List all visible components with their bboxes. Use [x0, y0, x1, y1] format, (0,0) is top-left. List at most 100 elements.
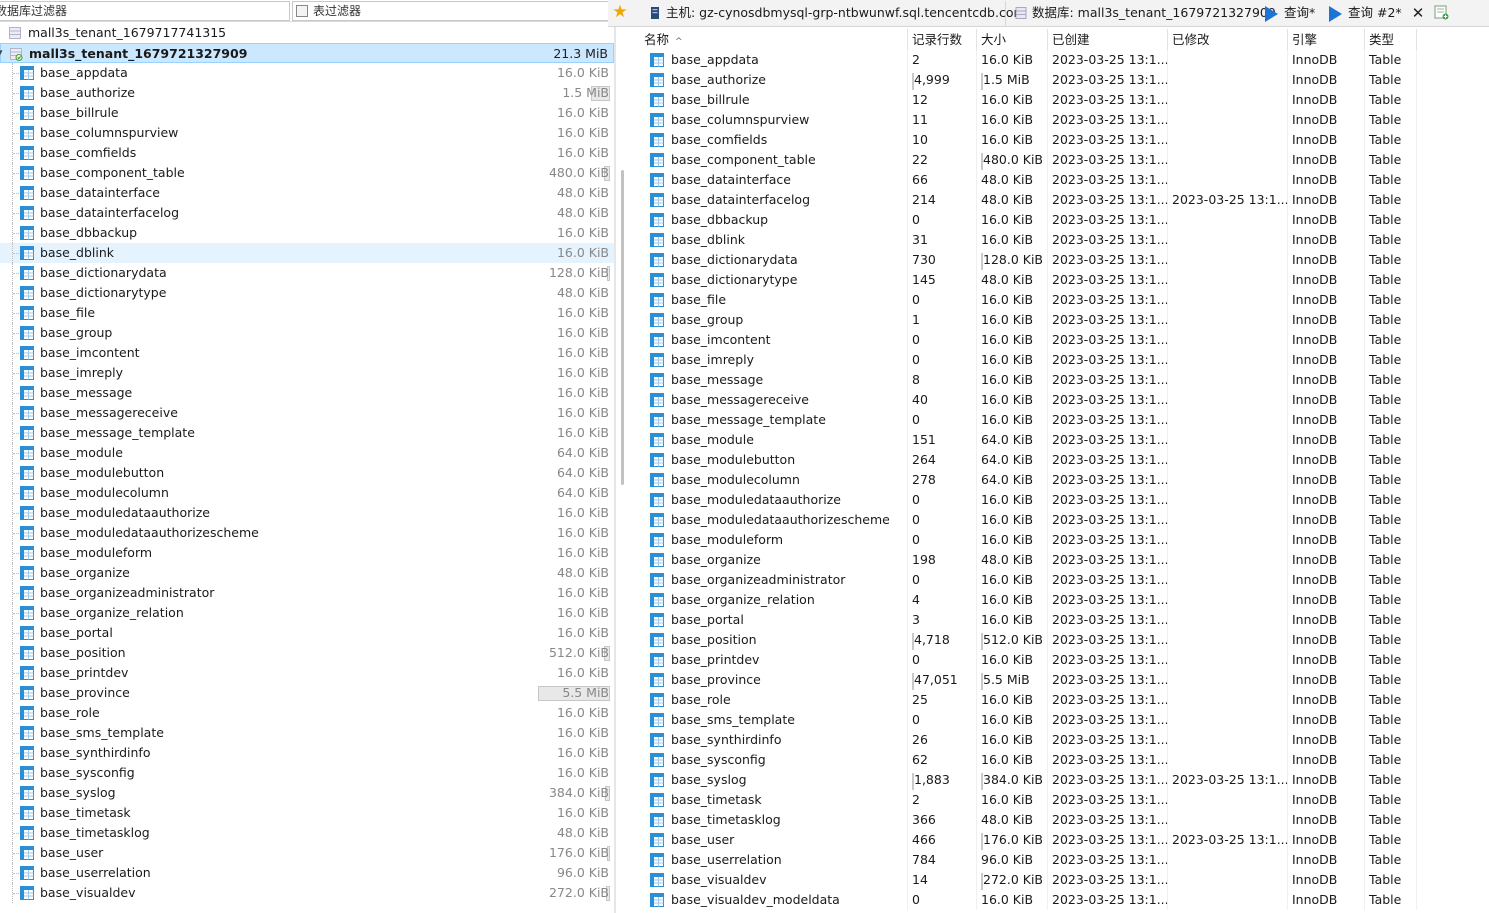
table-cell[interactable]: InnoDB [1288, 770, 1365, 790]
table-row[interactable]: base_group 1 16.0 KiB 2023-03-25 13:1... Inn… [640, 310, 1489, 330]
table-cell[interactable]: 0 [908, 650, 977, 670]
table-cell[interactable]: base_user [640, 830, 908, 850]
table-cell[interactable]: InnoDB [1288, 710, 1365, 730]
table-cell[interactable]: 48.0 KiB [977, 550, 1048, 570]
table-cell[interactable]: 384.0 KiB [977, 770, 1048, 790]
table-cell[interactable]: base_sms_template [640, 710, 908, 730]
table-cell[interactable] [1168, 50, 1288, 70]
table-cell[interactable]: base_moduledataauthorize [640, 490, 908, 510]
tree-table-node[interactable]: base_visualdev 272.0 KiB [0, 883, 614, 903]
table-cell[interactable] [1168, 690, 1288, 710]
table-cell[interactable]: Table [1365, 390, 1417, 410]
table-cell[interactable]: 16.0 KiB [977, 50, 1048, 70]
table-row[interactable]: base_appdata 2 16.0 KiB 2023-03-25 13:1... I… [640, 50, 1489, 70]
table-cell[interactable] [1168, 750, 1288, 770]
table-cell[interactable]: 1,883 [908, 770, 977, 790]
tree-database-node[interactable]: › mall3s_tenant_1679717741315 [0, 23, 614, 43]
table-cell[interactable]: 2023-03-25 13:1... [1048, 850, 1168, 870]
table-cell[interactable]: 2023-03-25 13:1... [1048, 770, 1168, 790]
table-cell[interactable]: 2023-03-25 13:1... [1048, 490, 1168, 510]
table-row[interactable]: base_userrelation 784 96.0 KiB 2023-03-25 1… [640, 850, 1489, 870]
table-cell[interactable]: 2023-03-25 13:1... [1048, 790, 1168, 810]
table-cell[interactable]: 2023-03-25 13:1... [1048, 350, 1168, 370]
table-cell[interactable]: base_portal [640, 610, 908, 630]
table-cell[interactable]: 784 [908, 850, 977, 870]
table-cell[interactable]: InnoDB [1288, 50, 1365, 70]
table-cell[interactable] [1168, 430, 1288, 450]
table-cell[interactable]: base_group [640, 310, 908, 330]
table-cell[interactable]: Table [1365, 230, 1417, 250]
table-cell[interactable]: 2023-03-25 13:1... [1048, 450, 1168, 470]
tree-table-node[interactable]: base_province 5.5 MiB [0, 683, 614, 703]
table-cell[interactable]: Table [1365, 730, 1417, 750]
table-cell[interactable]: 16.0 KiB [977, 290, 1048, 310]
table-row[interactable]: base_billrule 12 16.0 KiB 2023-03-25 13:1..… [640, 90, 1489, 110]
table-cell[interactable]: base_dbbackup [640, 210, 908, 230]
table-cell[interactable]: 62 [908, 750, 977, 770]
table-cell[interactable]: 22 [908, 150, 977, 170]
table-cell[interactable] [1168, 850, 1288, 870]
tree-table-node[interactable]: base_datainterface 48.0 KiB [0, 183, 614, 203]
table-cell[interactable]: Table [1365, 690, 1417, 710]
table-cell[interactable]: InnoDB [1288, 850, 1365, 870]
close-icon[interactable]: ✕ [1411, 1, 1425, 25]
table-cell[interactable]: InnoDB [1288, 750, 1365, 770]
table-cell[interactable]: base_billrule [640, 90, 908, 110]
table-cell[interactable] [1168, 170, 1288, 190]
table-cell[interactable]: 31 [908, 230, 977, 250]
table-cell[interactable]: 0 [908, 890, 977, 910]
table-cell[interactable]: 2023-03-25 13:1... [1168, 770, 1288, 790]
table-cell[interactable]: 512.0 KiB [977, 630, 1048, 650]
pane-splitter[interactable] [614, 0, 616, 913]
table-row[interactable]: base_organize 198 48.0 KiB 2023-03-25 13:1.… [640, 550, 1489, 570]
table-cell[interactable]: 2023-03-25 13:1... [1048, 690, 1168, 710]
table-cell[interactable]: 16.0 KiB [977, 890, 1048, 910]
tree-table-node[interactable]: base_organize 48.0 KiB [0, 563, 614, 583]
tree-table-node[interactable]: base_position 512.0 KiB [0, 643, 614, 663]
table-cell[interactable]: 12 [908, 90, 977, 110]
table-cell[interactable]: InnoDB [1288, 510, 1365, 530]
table-cell[interactable]: Table [1365, 590, 1417, 610]
tree-table-node[interactable]: base_authorize 1.5 MiB [0, 83, 614, 103]
table-cell[interactable]: base_printdev [640, 650, 908, 670]
table-row[interactable]: base_user 466 176.0 KiB 2023-03-25 13:1... 2… [640, 830, 1489, 850]
table-filter-input[interactable]: 表过滤器 [292, 1, 614, 21]
table-row[interactable]: base_organizeadministrator 0 16.0 KiB 2023-… [640, 570, 1489, 590]
tree-table-node[interactable]: base_modulecolumn 64.0 KiB [0, 483, 614, 503]
table-cell[interactable]: 0 [908, 570, 977, 590]
table-cell[interactable]: 16.0 KiB [977, 210, 1048, 230]
table-cell[interactable] [1168, 70, 1288, 90]
table-cell[interactable]: 47,051 [908, 670, 977, 690]
table-cell[interactable]: 2023-03-25 13:1... [1048, 410, 1168, 430]
table-row[interactable]: base_organize_relation 4 16.0 KiB 2023-03-2… [640, 590, 1489, 610]
table-cell[interactable]: InnoDB [1288, 890, 1365, 910]
table-cell[interactable]: 14 [908, 870, 977, 890]
table-cell[interactable]: 0 [908, 290, 977, 310]
table-row[interactable]: base_messagereceive 40 16.0 KiB 2023-03-25 … [640, 390, 1489, 410]
table-cell[interactable] [1168, 570, 1288, 590]
column-header[interactable]: 大小 [977, 29, 1048, 50]
table-cell[interactable]: 16.0 KiB [977, 610, 1048, 630]
table-cell[interactable]: base_visualdev_modeldata [640, 890, 908, 910]
table-cell[interactable]: 10 [908, 130, 977, 150]
table-cell[interactable] [1168, 630, 1288, 650]
table-cell[interactable]: 26 [908, 730, 977, 750]
table-cell[interactable]: 145 [908, 270, 977, 290]
table-row[interactable]: base_module 151 64.0 KiB 2023-03-25 13:1...… [640, 430, 1489, 450]
table-cell[interactable]: 64.0 KiB [977, 430, 1048, 450]
table-cell[interactable]: base_message [640, 370, 908, 390]
table-cell[interactable]: 1 [908, 310, 977, 330]
table-cell[interactable]: InnoDB [1288, 190, 1365, 210]
tree-table-node[interactable]: base_user 176.0 KiB [0, 843, 614, 863]
tree-table-node[interactable]: base_organize_relation 16.0 KiB [0, 603, 614, 623]
table-cell[interactable]: 0 [908, 350, 977, 370]
table-cell[interactable]: InnoDB [1288, 390, 1365, 410]
chevron-right-icon[interactable]: › [0, 28, 5, 37]
table-cell[interactable]: Table [1365, 330, 1417, 350]
table-cell[interactable]: 0 [908, 490, 977, 510]
table-cell[interactable]: base_component_table [640, 150, 908, 170]
tree-table-node[interactable]: base_portal 16.0 KiB [0, 623, 614, 643]
table-cell[interactable]: 11 [908, 110, 977, 130]
table-row[interactable]: base_province 47,051 5.5 MiB 2023-03-25 13:… [640, 670, 1489, 690]
table-cell[interactable]: base_datainterfacelog [640, 190, 908, 210]
